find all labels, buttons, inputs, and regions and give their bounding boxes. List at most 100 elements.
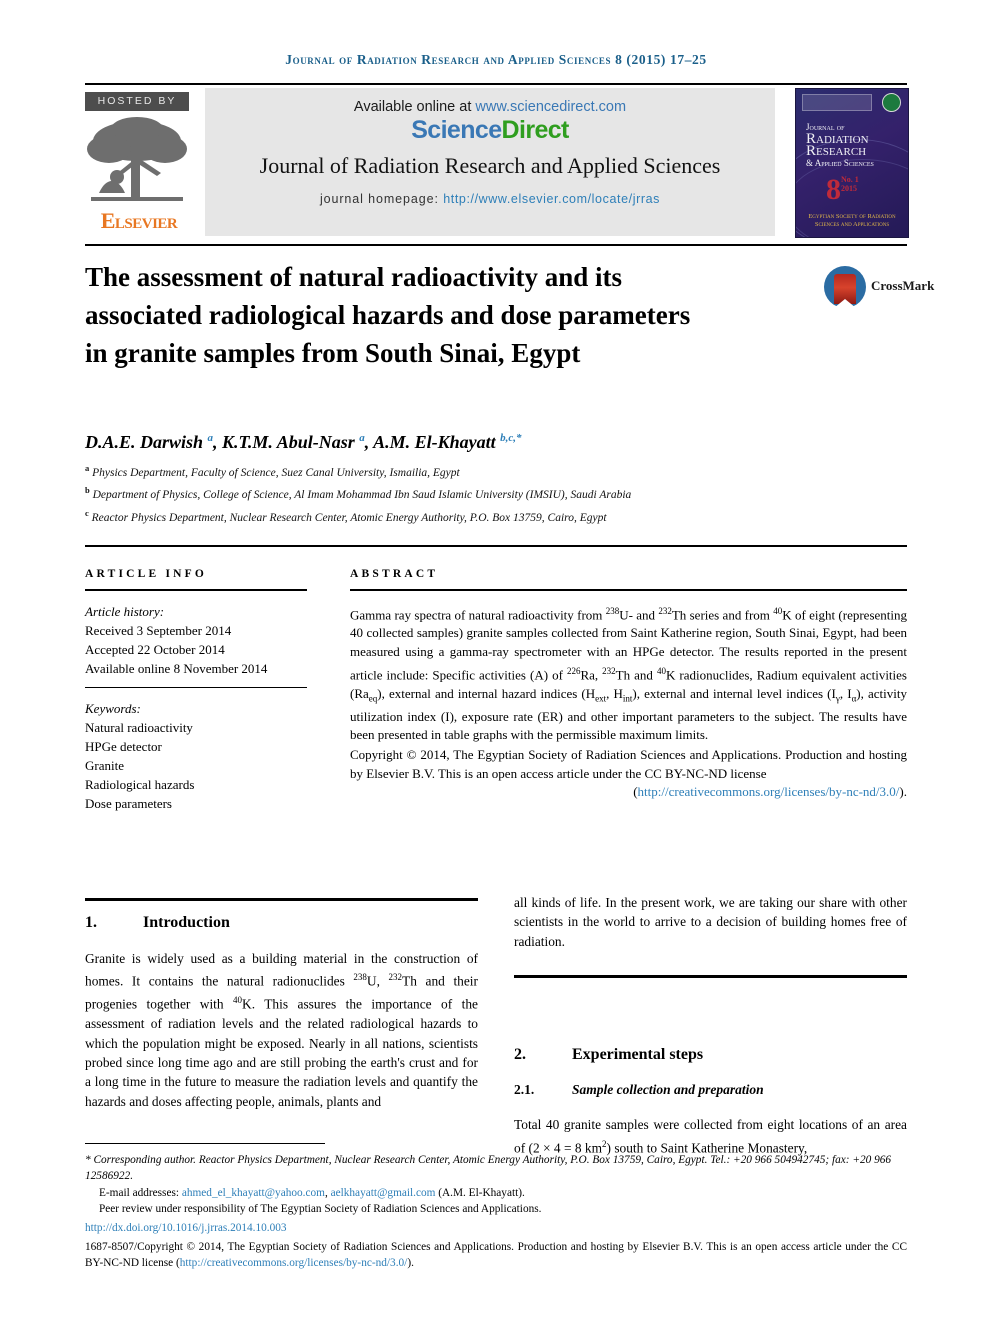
paper-page: Journal of Radiation Research and Applie…	[0, 0, 992, 1323]
abstract-license-line: (http://creativecommons.org/licenses/by-…	[350, 783, 907, 802]
footer-license-close: ).	[407, 1257, 414, 1270]
keywords-divider	[85, 686, 307, 688]
footnote-rule	[85, 1143, 325, 1145]
issn-copyright-line: 1687-8507/Copyright © 2014, The Egyptian…	[85, 1239, 907, 1272]
article-history-label: Article history:	[85, 603, 165, 619]
author-list: D.A.E. Darwish a, K.T.M. Abul-Nasr a, A.…	[85, 432, 522, 452]
elsevier-wordmark: Elsevier	[100, 208, 178, 233]
available-online-line: Available online at www.sciencedirect.co…	[205, 99, 775, 115]
email-link-yahoo[interactable]: ahmed_el_khayatt@yahoo.com	[182, 1187, 325, 1199]
abstract-paragraph: Gamma ray spectra of natural radioactivi…	[350, 605, 907, 743]
article-history-received: Received 3 September 2014	[85, 622, 232, 638]
email-addresses-note: E-mail addresses: ahmed_el_khayatt@yahoo…	[85, 1185, 907, 1201]
cover-volume-number: 8No. 1 2015	[826, 175, 859, 205]
subsection-heading-sample-collection: 2.1. Sample collection and preparation	[514, 1082, 907, 1098]
masthead-top-rule	[85, 83, 907, 85]
body-column-right: all kinds of life. In the present work, …	[514, 893, 907, 1158]
affiliation-c: c Reactor Physics Department, Nuclear Re…	[85, 505, 845, 527]
email-owner-name: (A.M. El-Khayatt).	[435, 1186, 525, 1199]
affiliation-list: a Physics Department, Faculty of Science…	[85, 460, 845, 527]
subsection-number-2-1: 2.1.	[514, 1082, 535, 1098]
cover-publisher-line1: Egyptian Society of Radiation	[808, 213, 896, 220]
journal-homepage-link[interactable]: http://www.elsevier.com/locate/jrras	[443, 192, 660, 206]
affiliation-marker-b: b	[85, 485, 90, 496]
article-history-block: Article history: Received 3 September 20…	[85, 602, 307, 678]
available-online-label: Available online at	[353, 99, 476, 115]
peer-review-note: Peer review under responsibility of The …	[99, 1203, 542, 1216]
section-title-2: Experimental steps	[572, 1046, 704, 1064]
masthead-journal-title: Journal of Radiation Research and Applie…	[259, 153, 721, 178]
abstract-license-link[interactable]: http://creativecommons.org/licenses/by-n…	[638, 784, 900, 799]
section-title-1: Introduction	[143, 914, 230, 931]
article-info-column: ARTICLE INFO Article history: Received 3…	[85, 568, 307, 813]
affiliation-marker-c: c	[85, 507, 89, 518]
author-affil-marker-a: a	[207, 432, 214, 444]
cover-volume-digit: 8	[826, 173, 841, 206]
body-column-left: 1. Introduction Granite is widely used as…	[85, 908, 478, 1111]
elsevier-logo-block: HOSTED BY Elsevier	[85, 88, 197, 236]
affiliation-a-text: Physics Department, Faculty of Science, …	[92, 466, 460, 479]
cover-publisher-bar	[802, 94, 872, 111]
cover-volume-meta: No. 1 2015	[841, 175, 859, 193]
footnote-block: * Corresponding author. Reactor Physics …	[85, 1152, 907, 1272]
footer-license-link[interactable]: http://creativecommons.org/licenses/by-n…	[180, 1257, 408, 1269]
intro-paragraph-right: all kinds of life. In the present work, …	[514, 895, 907, 949]
email-link-gmail[interactable]: aelkhayatt@gmail.com	[331, 1187, 436, 1199]
info-top-rule	[85, 545, 907, 547]
hosted-by-badge: HOSTED BY	[85, 92, 189, 111]
cover-publisher-line2: Sciences and Applications	[814, 221, 890, 228]
title-top-rule	[85, 244, 907, 246]
subsection-title-2-1: Sample collection and preparation	[572, 1082, 764, 1098]
corresponding-author-note: * Corresponding author. Reactor Physics …	[85, 1154, 892, 1183]
abstract-copyright-text: Copyright © 2014, The Egyptian Society o…	[350, 746, 907, 781]
sciencedirect-link[interactable]: www.sciencedirect.com	[475, 99, 626, 115]
sciencedirect-logo-science: Science	[411, 116, 502, 144]
cover-title-line3: Research	[806, 143, 867, 159]
cover-publisher-text: Egyptian Society of Radiation Sciences a…	[804, 213, 900, 229]
crossmark-badge[interactable]: CrossMark	[824, 264, 934, 310]
article-info-divider	[85, 589, 307, 591]
intro-paragraph-left: Granite is widely used as a building mat…	[85, 951, 479, 1109]
cover-volume-year: 2015	[841, 184, 857, 193]
section-heading-introduction: 1. Introduction	[85, 914, 478, 932]
keywords-label: Keywords:	[85, 701, 141, 716]
journal-homepage-label: journal homepage:	[319, 192, 444, 206]
keyword-item: Radiological hazards	[85, 777, 195, 792]
keyword-item: Dose parameters	[85, 796, 172, 811]
crossmark-notch-icon	[834, 299, 856, 308]
cover-title-text: Journal of Radiation Research & Applied …	[806, 121, 900, 169]
intro-section-rule	[85, 898, 478, 901]
abstract-body: Gamma ray spectra of natural radioactivi…	[350, 602, 907, 802]
keyword-item: Natural radioactivity	[85, 720, 193, 735]
license-close-paren: ).	[899, 784, 907, 800]
elsevier-tree-icon	[87, 117, 187, 201]
section-number-2: 2.	[514, 1046, 526, 1064]
keyword-item: Granite	[85, 758, 124, 773]
journal-cover-thumbnail: Journal of Radiation Research & Applied …	[795, 88, 909, 238]
running-head: Journal of Radiation Research and Applie…	[285, 52, 707, 67]
affiliation-c-text: Reactor Physics Department, Nuclear Rese…	[91, 511, 607, 524]
sciencedirect-logo: ScienceDirect	[205, 116, 775, 145]
cover-society-seal-icon	[882, 93, 901, 112]
cover-volume-issue: No. 1	[841, 175, 859, 184]
sciencedirect-band: Available online at www.sciencedirect.co…	[205, 88, 775, 236]
page-title: The assessment of natural radioactivity …	[85, 262, 691, 368]
author-affil-marker-bc: b,c,*	[500, 432, 522, 444]
section-heading-experimental: 2. Experimental steps	[514, 1046, 907, 1064]
abstract-column: ABSTRACT Gamma ray spectra of natural ra…	[350, 568, 907, 802]
sciencedirect-logo-direct: Direct	[501, 116, 570, 144]
affiliation-b: b Department of Physics, College of Scie…	[85, 482, 845, 504]
article-history-online: Available online 8 November 2014	[85, 660, 268, 676]
crossmark-label: CrossMark	[871, 278, 935, 293]
doi-link[interactable]: http://dx.doi.org/10.1016/j.jrras.2014.1…	[85, 1220, 907, 1236]
author-affil-marker-a2: a	[359, 432, 365, 444]
abstract-heading: ABSTRACT	[350, 568, 439, 580]
crossmark-circle-icon	[824, 266, 866, 308]
abstract-divider	[350, 589, 907, 591]
article-history-accepted: Accepted 22 October 2014	[85, 641, 225, 657]
journal-homepage-line: journal homepage: http://www.elsevier.co…	[205, 192, 775, 206]
journal-masthead: HOSTED BY Elsevier Available online at w…	[85, 88, 909, 238]
keywords-block: Keywords: Natural radioactivity HPGe det…	[85, 699, 307, 813]
abstract-copyright: Copyright © 2014, The Egyptian Society o…	[350, 746, 907, 783]
section-number-1: 1.	[85, 914, 97, 931]
